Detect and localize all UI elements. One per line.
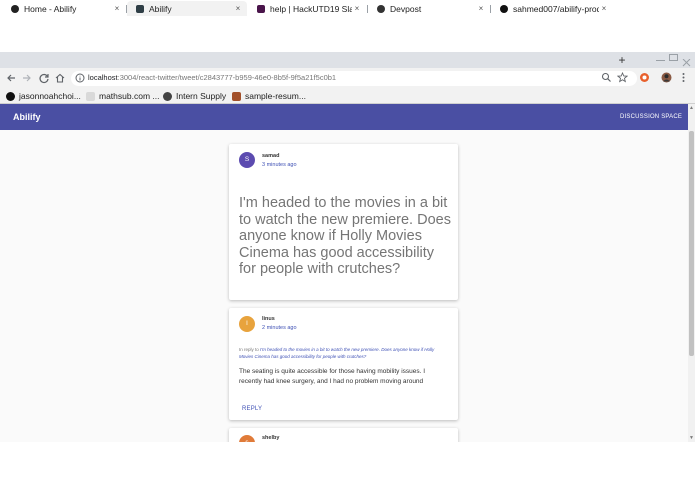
forward-arrow-icon[interactable] <box>21 72 33 84</box>
abilify-favicon-icon <box>11 4 19 13</box>
in-reply-to: In reply to I'm headed to the movies in … <box>239 347 449 360</box>
app-brand[interactable]: Abilify <box>13 112 41 122</box>
app-header <box>0 104 688 130</box>
reply-card: l linus 2 minutes ago In reply to I'm he… <box>229 308 458 420</box>
bookmark-star-icon[interactable] <box>616 71 629 83</box>
home-icon[interactable] <box>54 72 66 84</box>
menu-dots-icon[interactable] <box>678 72 689 83</box>
page-icon <box>86 91 95 101</box>
bookmark-jasonnoahchoi[interactable]: jasonnoahchoi... <box>6 90 81 102</box>
avatar[interactable]: l <box>239 316 255 332</box>
in-reply-prefix: In reply to <box>239 347 261 352</box>
tab-abilify[interactable]: Abilify × <box>127 1 247 16</box>
scroll-down-icon[interactable]: ▼ <box>688 435 695 441</box>
zoom-search-icon[interactable] <box>601 72 612 83</box>
close-tab-icon[interactable]: × <box>233 4 243 13</box>
close-tab-icon[interactable]: × <box>476 4 486 13</box>
document-icon <box>232 91 241 101</box>
reload-icon[interactable] <box>38 72 50 84</box>
url-text[interactable]: localhost:3004/react-twitter/tweet/c2843… <box>88 73 336 82</box>
new-tab-button[interactable]: + <box>616 53 628 67</box>
url-host: localhost <box>88 73 118 82</box>
close-tab-icon[interactable]: × <box>352 4 362 13</box>
main-content: S samad 3 minutes ago I'm headed to the … <box>0 130 688 442</box>
github-icon <box>6 91 15 101</box>
reply-button[interactable]: REPLY <box>242 406 262 412</box>
profile-avatar-icon[interactable] <box>661 72 672 83</box>
bookmark-intern-supply[interactable]: Intern Supply <box>163 90 226 102</box>
extension-icon[interactable] <box>639 72 650 83</box>
bookmark-mathsub[interactable]: mathsub.com ... <box>86 90 159 102</box>
tweet-card: S samad 3 minutes ago I'm headed to the … <box>229 144 458 300</box>
tab-home-abilify[interactable]: Home - Abilify × <box>2 1 126 16</box>
github-favicon-icon <box>500 4 508 13</box>
tab-github[interactable]: sahmed007/abilify-prod × <box>491 1 613 16</box>
close-window-icon[interactable] <box>682 54 691 67</box>
avatar[interactable]: s <box>239 435 255 442</box>
tab-devpost[interactable]: Devpost × <box>368 1 490 16</box>
tweet-timestamp: 3 minutes ago <box>262 162 297 168</box>
minimize-icon[interactable] <box>656 54 665 61</box>
in-reply-quote[interactable]: I'm headed to the movies in a bit to wat… <box>239 347 434 359</box>
screenshot: Home - Abilify × Abilify × help | HackUT… <box>0 0 695 494</box>
react-favicon-icon <box>136 4 144 13</box>
tab-slack[interactable]: help | HackUTD19 Slack × <box>248 1 366 16</box>
slack-favicon-icon <box>257 4 265 13</box>
discussion-space-link[interactable]: DISCUSSION SPACE <box>620 114 682 120</box>
intern-supply-icon <box>163 91 172 101</box>
devpost-favicon-icon <box>377 4 385 13</box>
tweet-text: I'm headed to the movies in a bit to wat… <box>239 195 451 277</box>
url-path: :3004/react-twitter/tweet/c2843777-b959-… <box>117 73 337 82</box>
reply-author[interactable]: shelby <box>262 435 279 441</box>
reply-author[interactable]: linus <box>262 316 275 322</box>
tweet-author[interactable]: samad <box>262 153 279 159</box>
reply-text: The seating is quite accessible for thos… <box>239 368 426 385</box>
scroll-up-icon[interactable]: ▲ <box>688 105 695 111</box>
reply-card: s shelby <box>229 428 458 442</box>
back-arrow-icon[interactable] <box>5 72 17 84</box>
close-tab-icon[interactable]: × <box>599 4 609 13</box>
info-icon[interactable] <box>74 72 86 84</box>
maximize-icon[interactable] <box>669 54 678 61</box>
tab-strip <box>0 52 695 68</box>
scrollbar-thumb[interactable] <box>689 131 694 356</box>
bookmark-sample-resume[interactable]: sample-resum... <box>232 90 306 102</box>
avatar[interactable]: S <box>239 152 255 168</box>
reply-timestamp: 2 minutes ago <box>262 325 297 331</box>
close-tab-icon[interactable]: × <box>112 4 122 13</box>
